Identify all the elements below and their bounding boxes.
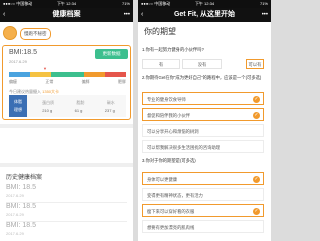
scale-segment — [104, 72, 126, 77]
history-date: 2017.6.29 — [6, 193, 24, 198]
nutrition-values: 210 g 61 g 237 g — [31, 108, 126, 113]
check-icon: ✓ — [253, 208, 260, 215]
option-text: 督促和陪伴我的小伙伴 — [147, 113, 190, 118]
question-2-label: 2.你期待Get在你“成为更好自己”的路程中，应该是一个(可多选) — [142, 75, 262, 80]
body-fat-box: 体脂 理想 — [9, 95, 27, 117]
q2-option[interactable]: 可以分享开心和烦恼的树洞 — [142, 124, 264, 137]
username-tag[interactable]: 慢跑不秘密 — [20, 28, 51, 40]
question-1-options: 有 没有 可以有 — [142, 59, 264, 69]
history-title: 历史健康档案 — [6, 175, 43, 181]
nutrient-value: 210 g — [42, 108, 53, 113]
update-data-button[interactable]: 更新数据 — [95, 49, 128, 59]
check-icon: ✓ — [253, 112, 260, 119]
history-bmi: BMI: 18.5 — [6, 203, 36, 210]
nutrient-value: 61 g — [74, 108, 83, 113]
check-icon: ✓ — [253, 96, 260, 103]
nutrient-header: 脂肪 — [76, 100, 85, 105]
q3-option[interactable]: 想要有更加漂亮的肌肉线 — [142, 220, 264, 233]
question-1-label: 1.你有一起努力健身的小伙伴吗? — [142, 47, 204, 52]
q2-option[interactable]: 可以帮我解决很多生活困扰的咨询助理 — [142, 140, 264, 153]
scale-label: 正常 — [45, 79, 54, 84]
bmi-scale-bar — [9, 72, 126, 77]
expectation-survey-screen: ●●●○○ 中国移动 下午 12:34 71% ‹ Get Fit, 从这里开始… — [138, 0, 271, 241]
bmi-value: BMI:18.5 — [9, 49, 38, 56]
page-title: 健康档案 — [52, 11, 81, 18]
nutrient-value: 237 g — [104, 108, 115, 113]
nutrition-headers: 蛋白质 脂肪 碳水 — [31, 100, 126, 106]
history-date: 2017.6.29 — [6, 231, 24, 236]
q1-option-none[interactable]: 没有 — [182, 59, 222, 69]
battery-level: 71% — [259, 1, 268, 6]
nutrient-header: 碳水 — [106, 100, 115, 105]
option-text: 变得更有精神状态，更有活力 — [147, 193, 203, 198]
scale-segment — [51, 72, 84, 77]
more-icon[interactable]: ••• — [262, 8, 268, 22]
q2-option[interactable]: 专业的健身饮食导师 ✓ — [142, 92, 264, 105]
status-time: 下午 12:34 — [194, 1, 215, 6]
calorie-value: 1350大卡 — [42, 89, 60, 94]
bmi-marker-icon: ▼ — [43, 66, 47, 71]
question-3-label: 3.你对于你的期望是(可多选) — [142, 158, 196, 163]
battery-level: 71% — [121, 1, 130, 6]
q2-option[interactable]: 督促和陪伴我的小伙伴 ✓ — [142, 108, 264, 121]
history-bmi: BMI: 18.5 — [6, 184, 36, 191]
q1-option-have[interactable]: 有 — [142, 59, 180, 69]
option-text: 身体可以更健康 — [147, 177, 178, 182]
bmi-card: BMI:18.5 2017.6.29 更新数据 ▼ 偏瘦 正常 偏胖 肥胖 今日… — [2, 45, 131, 120]
scale-label: 肥胖 — [117, 79, 126, 84]
option-text: 专业的健身饮食导师 — [147, 97, 186, 102]
scale-label: 偏胖 — [81, 79, 90, 84]
nutrition-panel: 体脂 理想 蛋白质 脂肪 碳水 210 g 61 g 237 g — [9, 95, 126, 117]
page-title: Get Fit, 从这里开始 — [173, 11, 236, 18]
scale-segment — [83, 72, 105, 77]
q3-option[interactable]: 身体可以更健康 ✓ — [142, 172, 264, 185]
q1-option-can-have[interactable]: 可以有 — [246, 59, 264, 69]
status-time: 下午 12:34 — [56, 1, 77, 6]
history-item[interactable]: BMI: 18.5 2017.6.29 — [6, 222, 127, 236]
option-text: 瘦下来可以穿好看的衣服 — [147, 209, 195, 214]
scale-segment — [30, 72, 52, 77]
history-date: 2017.6.29 — [6, 212, 24, 217]
option-text: 可以帮我解决很多生活困扰的咨询助理 — [147, 145, 221, 150]
body-fat-label: 体脂 — [14, 99, 22, 104]
q3-option[interactable]: 变得更有精神状态，更有活力 — [142, 188, 264, 201]
health-record-screen: ●●●○○ 中国移动 下午 12:34 71% ‹ 健康档案 ••• 慢跑不秘密… — [0, 0, 133, 241]
option-text: 可以分享开心和烦恼的树洞 — [147, 129, 199, 134]
bmi-date: 2017.6.29 — [9, 59, 27, 64]
status-bar: ●●●○○ 中国移动 下午 12:34 71% — [138, 0, 271, 8]
history-item[interactable]: BMI: 18.5 2017.6.29 — [6, 184, 127, 203]
section-title: 你的期望 — [144, 27, 176, 36]
more-icon[interactable]: ••• — [124, 8, 130, 22]
avatar[interactable] — [3, 26, 17, 40]
body-fat-value: 理想 — [14, 107, 22, 112]
nav-bar: ‹ 健康档案 ••• — [0, 8, 133, 22]
history-item[interactable]: BMI: 18.5 2017.6.29 — [6, 203, 127, 222]
scale-segment — [9, 72, 31, 77]
status-bar: ●●●○○ 中国移动 下午 12:34 71% — [0, 0, 133, 8]
nutrient-header: 蛋白质 — [42, 100, 55, 105]
scale-label: 偏瘦 — [9, 79, 17, 84]
q3-option[interactable]: 瘦下来可以穿好看的衣服 ✓ — [142, 204, 264, 217]
bmi-scale-labels: 偏瘦 正常 偏胖 肥胖 — [9, 79, 126, 85]
profile-row: 慢跑不秘密 — [0, 23, 133, 43]
calorie-prefix: 今日建议热量摄入 — [9, 89, 41, 94]
history-bmi: BMI: 18.5 — [6, 222, 36, 229]
section-divider — [0, 163, 133, 167]
option-text: 想要有更加漂亮的肌肉线 — [147, 225, 195, 230]
check-icon: ✓ — [253, 176, 260, 183]
nav-bar: ‹ Get Fit, 从这里开始 ••• — [138, 8, 271, 22]
section-divider — [0, 124, 133, 128]
